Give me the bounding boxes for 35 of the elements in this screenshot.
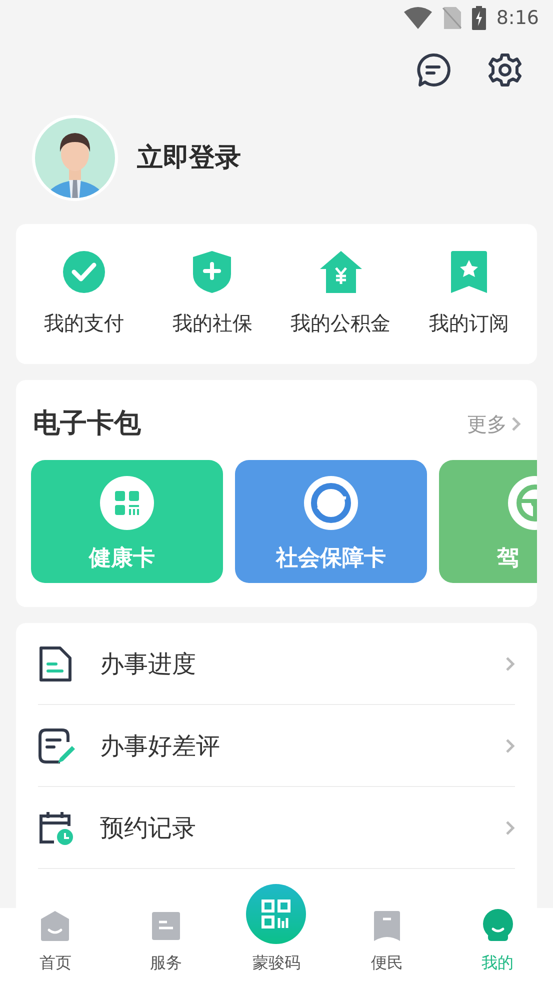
menu-item[interactable]: 办事进度: [38, 623, 515, 705]
shortcut-item[interactable]: 我的订阅: [406, 250, 532, 338]
tab-item[interactable]: 蒙骏码: [221, 883, 332, 975]
chevron-right-icon: [511, 416, 521, 432]
section-title: 电子卡包: [33, 406, 141, 441]
shortcut-item[interactable]: 我的支付: [21, 250, 148, 338]
avatar[interactable]: [31, 114, 119, 202]
wifi-icon: [404, 7, 432, 29]
shortcut-item[interactable]: 我的公积金: [278, 250, 404, 338]
tab-item[interactable]: 首页: [0, 911, 111, 975]
shortcut-item[interactable]: 我的社保: [149, 250, 276, 338]
calendar-clock-icon: [38, 810, 74, 846]
menu-item[interactable]: 办事好差评: [38, 705, 515, 787]
check-circle-icon: [62, 250, 106, 294]
service-icon: [150, 911, 181, 941]
no-sim-icon: [442, 7, 462, 29]
chevron-right-icon: [505, 656, 515, 672]
status-time: 8:16: [496, 6, 539, 31]
note-pen-icon: [38, 728, 76, 764]
tab-item[interactable]: 便民: [332, 911, 442, 975]
chevron-right-icon: [505, 820, 515, 836]
login-link[interactable]: 立即登录: [137, 138, 241, 178]
bookmark-icon: [373, 911, 402, 941]
shield-plus-icon: [192, 250, 232, 294]
tab-item[interactable]: 服务: [110, 911, 222, 975]
battery-icon: [472, 6, 486, 30]
menu-item[interactable]: 预约记录: [38, 787, 515, 869]
settings-icon[interactable]: [487, 52, 523, 88]
health-code-icon: [100, 476, 154, 530]
house-yuan-icon: [318, 250, 363, 294]
message-icon[interactable]: [415, 52, 451, 88]
document-icon: [38, 646, 72, 682]
bookmark-star-icon: [450, 250, 488, 294]
home-icon: [40, 911, 70, 941]
chevron-right-icon: [505, 738, 515, 754]
